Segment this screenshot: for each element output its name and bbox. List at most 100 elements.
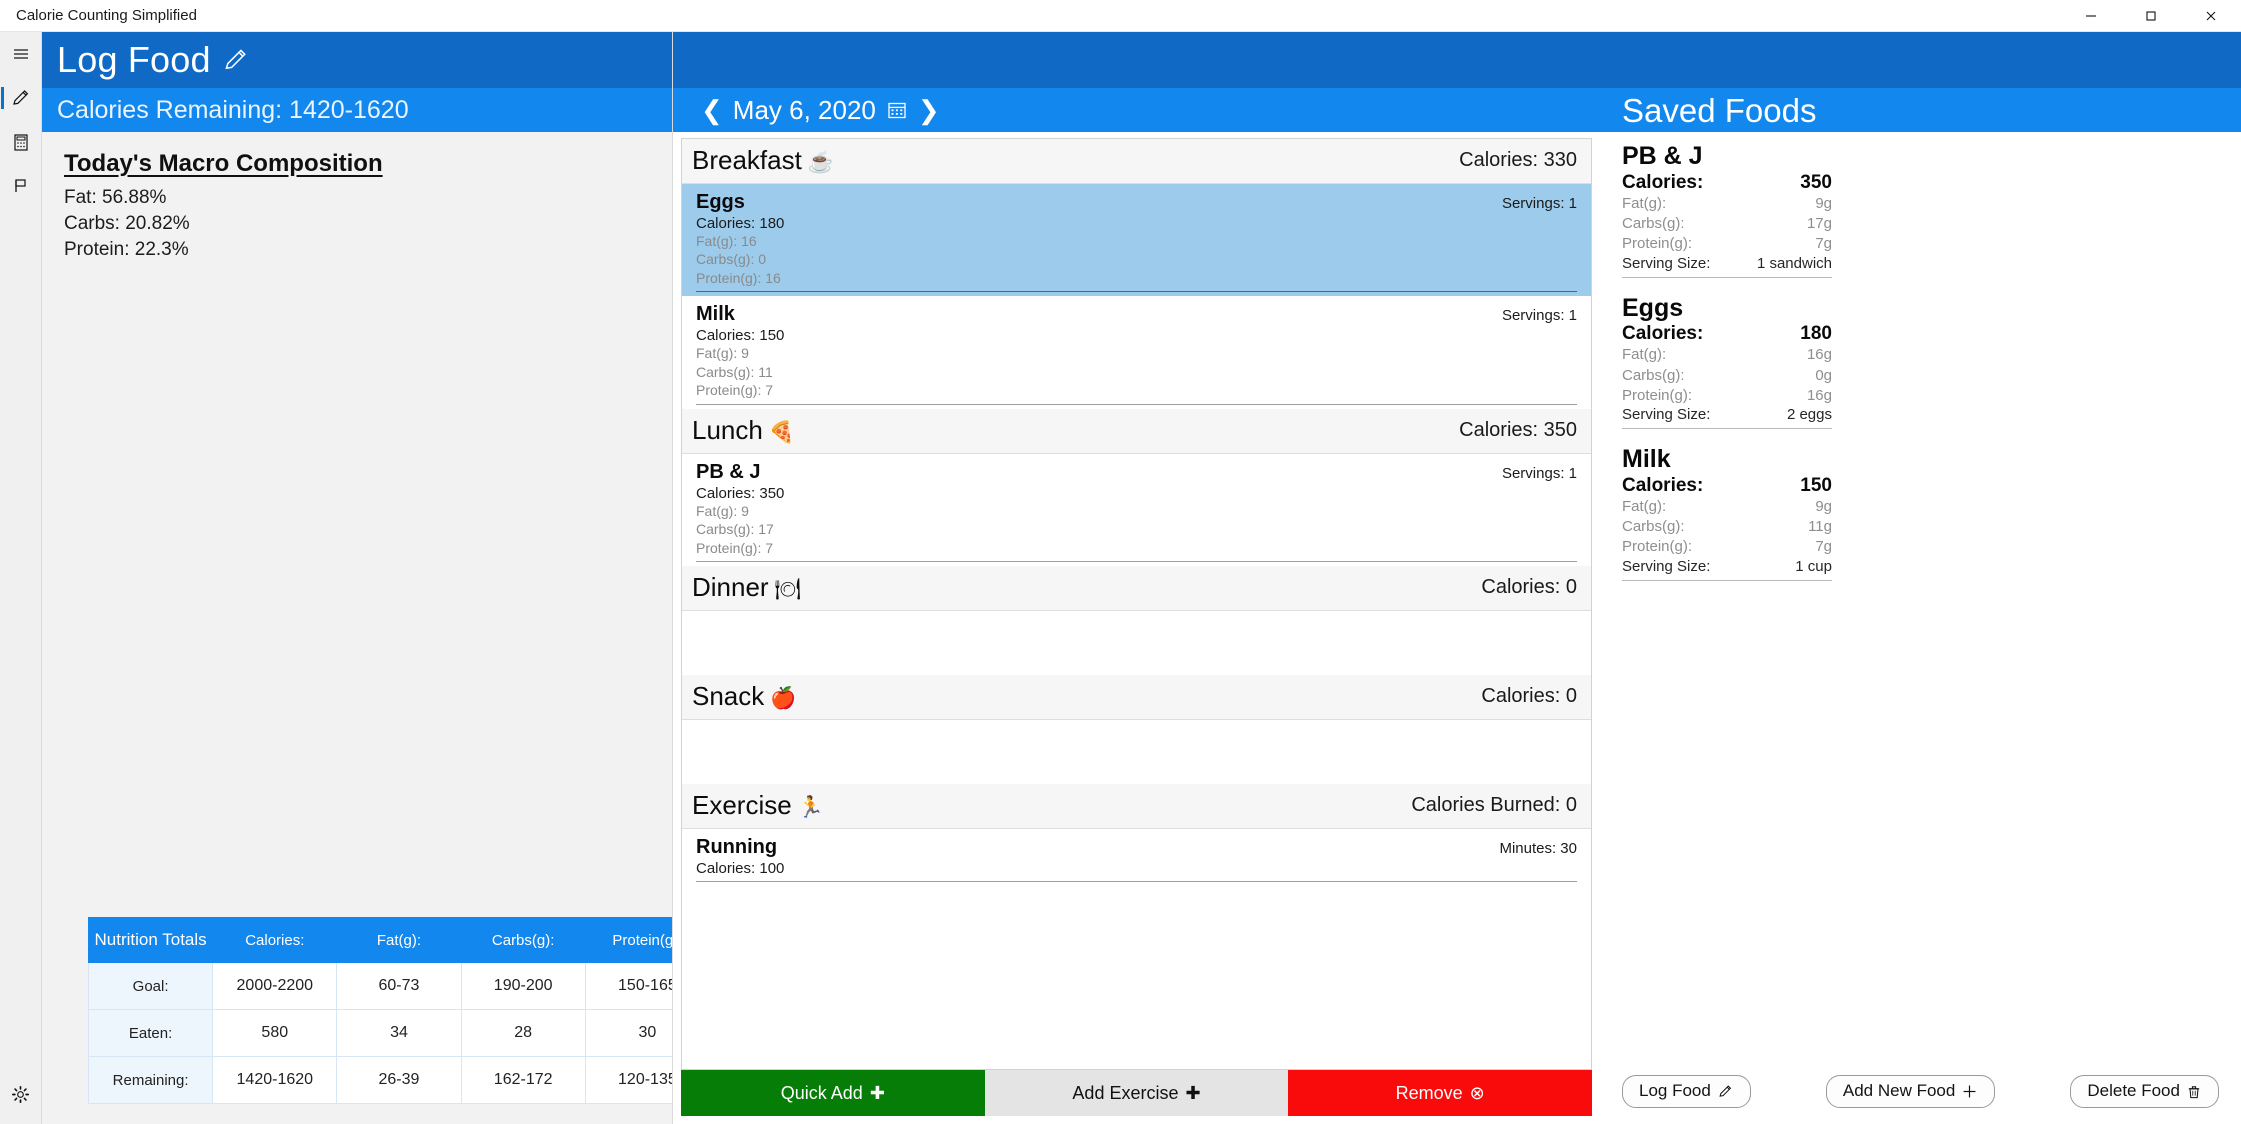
- entry-name: Eggs: [696, 191, 745, 214]
- list-item[interactable]: Milk Calories: 150 Fat(g): 9g Carbs(g): …: [1622, 445, 1832, 581]
- empty-meal-body-dinner[interactable]: [682, 611, 1591, 675]
- mid-header-spacer: [673, 32, 1600, 88]
- quick-add-label: Quick Add: [781, 1083, 863, 1104]
- carbs-label: Carbs(g):: [1622, 517, 1685, 537]
- empty-meal-body-snack[interactable]: [682, 720, 1591, 784]
- meal-header-dinner[interactable]: Dinner 🍽 Calories: 0: [682, 566, 1591, 611]
- fat-label: Fat(g):: [1622, 497, 1666, 517]
- carbs-value: 11g: [1808, 517, 1832, 537]
- entry-carbs: Carbs(g): 11: [696, 363, 1577, 381]
- close-button[interactable]: [2181, 0, 2241, 32]
- close-icon: [2204, 9, 2218, 23]
- sidebar-item-log-food[interactable]: [0, 76, 42, 120]
- app-header: Log Food: [42, 32, 672, 88]
- macro-carbs: Carbs: 20.82%: [64, 211, 672, 237]
- minimize-button[interactable]: [2061, 0, 2121, 32]
- hamburger-menu-button[interactable]: [0, 32, 42, 76]
- goal-carbs: 190-200: [461, 963, 585, 1010]
- page-title-text: Log Food: [57, 42, 211, 78]
- add-new-food-button[interactable]: Add New Food: [1826, 1075, 1995, 1108]
- saved-food-calories-row: Calories: 150: [1622, 475, 1832, 497]
- eaten-calories: 580: [213, 1010, 337, 1057]
- calories-label: Calories:: [1622, 172, 1703, 194]
- list-item[interactable]: Running Minutes: 30 Calories: 100: [682, 829, 1591, 886]
- meal-name-text: Exercise: [692, 790, 792, 821]
- saved-food-carbs-row: Carbs(g): 11g: [1622, 517, 1832, 537]
- protein-label: Protein(g):: [1622, 234, 1692, 254]
- left-panel: Log Food Calories Remaining: 1420-1620 T…: [42, 32, 672, 1124]
- sidebar-item-goals[interactable]: [0, 164, 42, 208]
- delete-food-label: Delete Food: [2087, 1082, 2180, 1101]
- entry-servings: Servings: 1: [1502, 465, 1577, 482]
- sidebar-item-calculator[interactable]: [0, 120, 42, 164]
- entry-calories: Calories: 180: [696, 215, 1577, 232]
- meal-title-breakfast: Breakfast ☕: [692, 145, 834, 176]
- settings-button[interactable]: [0, 1072, 42, 1116]
- meal-header-exercise[interactable]: Exercise 🏃 Calories Burned: 0: [682, 784, 1591, 829]
- list-item[interactable]: Milk Servings: 1 Calories: 150 Fat(g): 9…: [682, 296, 1591, 408]
- flag-icon: [11, 176, 31, 196]
- calories-label: Calories:: [1622, 323, 1703, 345]
- pencil-icon: [1717, 1083, 1734, 1100]
- table-row: Eaten: 580 34 28 30: [89, 1010, 710, 1057]
- plus-icon: ✚: [870, 1083, 885, 1104]
- fat-label: Fat(g):: [1622, 194, 1666, 214]
- column-header-fat: Fat(g):: [337, 918, 461, 963]
- protein-value: 7g: [1815, 537, 1832, 557]
- hamburger-menu-icon: [11, 44, 31, 64]
- eaten-carbs: 28: [461, 1010, 585, 1057]
- entry-carbs: Carbs(g): 17: [696, 520, 1577, 538]
- table-header-row: Nutrition Totals Calories: Fat(g): Carbs…: [89, 918, 710, 963]
- pencil-icon: [221, 45, 251, 75]
- saved-food-fat-row: Fat(g): 9g: [1622, 497, 1832, 517]
- calendar-icon[interactable]: [886, 99, 908, 121]
- saved-food-serving-row: Serving Size: 1 sandwich: [1622, 255, 1832, 272]
- entry-minutes: Minutes: 30: [1499, 840, 1577, 857]
- entry-fat: Fat(g): 9: [696, 344, 1577, 362]
- entry-divider: [696, 291, 1577, 292]
- table-row: Remaining: 1420-1620 26-39 162-172 120-1…: [89, 1057, 710, 1104]
- meal-list[interactable]: Breakfast ☕ Calories: 330 Eggs Servings:…: [681, 138, 1592, 1070]
- entry-header: PB & J Servings: 1: [696, 461, 1577, 484]
- macro-fat: Fat: 56.88%: [64, 185, 672, 211]
- serving-label: Serving Size:: [1622, 255, 1710, 272]
- list-item[interactable]: Eggs Servings: 1 Calories: 180 Fat(g): 1…: [682, 184, 1591, 296]
- meal-header-snack[interactable]: Snack 🍎 Calories: 0: [682, 675, 1591, 720]
- add-exercise-button[interactable]: Add Exercise ✚: [985, 1070, 1289, 1116]
- list-item[interactable]: Eggs Calories: 180 Fat(g): 16g Carbs(g):…: [1622, 294, 1832, 430]
- calories-remaining-text: Calories Remaining: 1420-1620: [42, 98, 409, 123]
- protein-label: Protein(g):: [1622, 537, 1692, 557]
- entry-fat: Fat(g): 16: [696, 232, 1577, 250]
- previous-day-button[interactable]: ❮: [701, 95, 723, 126]
- meal-title-lunch: Lunch 🍕: [692, 415, 795, 446]
- entry-name: Running: [696, 836, 777, 859]
- list-item[interactable]: PB & J Calories: 350 Fat(g): 9g Carbs(g)…: [1622, 142, 1832, 278]
- maximize-button[interactable]: [2121, 0, 2181, 32]
- saved-food-serving-row: Serving Size: 1 cup: [1622, 558, 1832, 575]
- next-day-button[interactable]: ❯: [918, 95, 940, 126]
- running-person-icon: 🏃: [798, 796, 824, 820]
- delete-food-button[interactable]: Delete Food: [2070, 1075, 2219, 1108]
- meal-header-lunch[interactable]: Lunch 🍕 Calories: 350: [682, 409, 1591, 454]
- remove-button[interactable]: Remove ⊗: [1288, 1070, 1592, 1116]
- saved-food-fat-row: Fat(g): 16g: [1622, 345, 1832, 365]
- saved-food-calories-row: Calories: 180: [1622, 323, 1832, 345]
- serving-value: 1 sandwich: [1757, 255, 1832, 272]
- entry-name: PB & J: [696, 461, 760, 484]
- right-header-spacer: [1600, 32, 2241, 88]
- window-controls: [2061, 0, 2241, 32]
- saved-food-divider: [1622, 580, 1832, 581]
- list-item[interactable]: PB & J Servings: 1 Calories: 350 Fat(g):…: [682, 454, 1591, 566]
- quick-add-button[interactable]: Quick Add ✚: [681, 1070, 985, 1116]
- meal-header-breakfast[interactable]: Breakfast ☕ Calories: 330: [682, 139, 1591, 184]
- remaining-calories: 1420-1620: [213, 1057, 337, 1104]
- table-corner-header: Nutrition Totals: [89, 918, 213, 963]
- meal-name-text: Snack: [692, 681, 764, 712]
- calories-value: 350: [1800, 172, 1832, 194]
- current-date-label: May 6, 2020: [733, 95, 876, 126]
- saved-food-carbs-row: Carbs(g): 17g: [1622, 214, 1832, 234]
- food-log-panel: ❮ May 6, 2020 ❯ Breakfast: [672, 32, 1600, 1124]
- remaining-fat: 26-39: [337, 1057, 461, 1104]
- log-food-button[interactable]: Log Food: [1622, 1075, 1751, 1108]
- saved-foods-panel: Saved Foods PB & J Calories: 350 Fat(g):…: [1600, 32, 2241, 1124]
